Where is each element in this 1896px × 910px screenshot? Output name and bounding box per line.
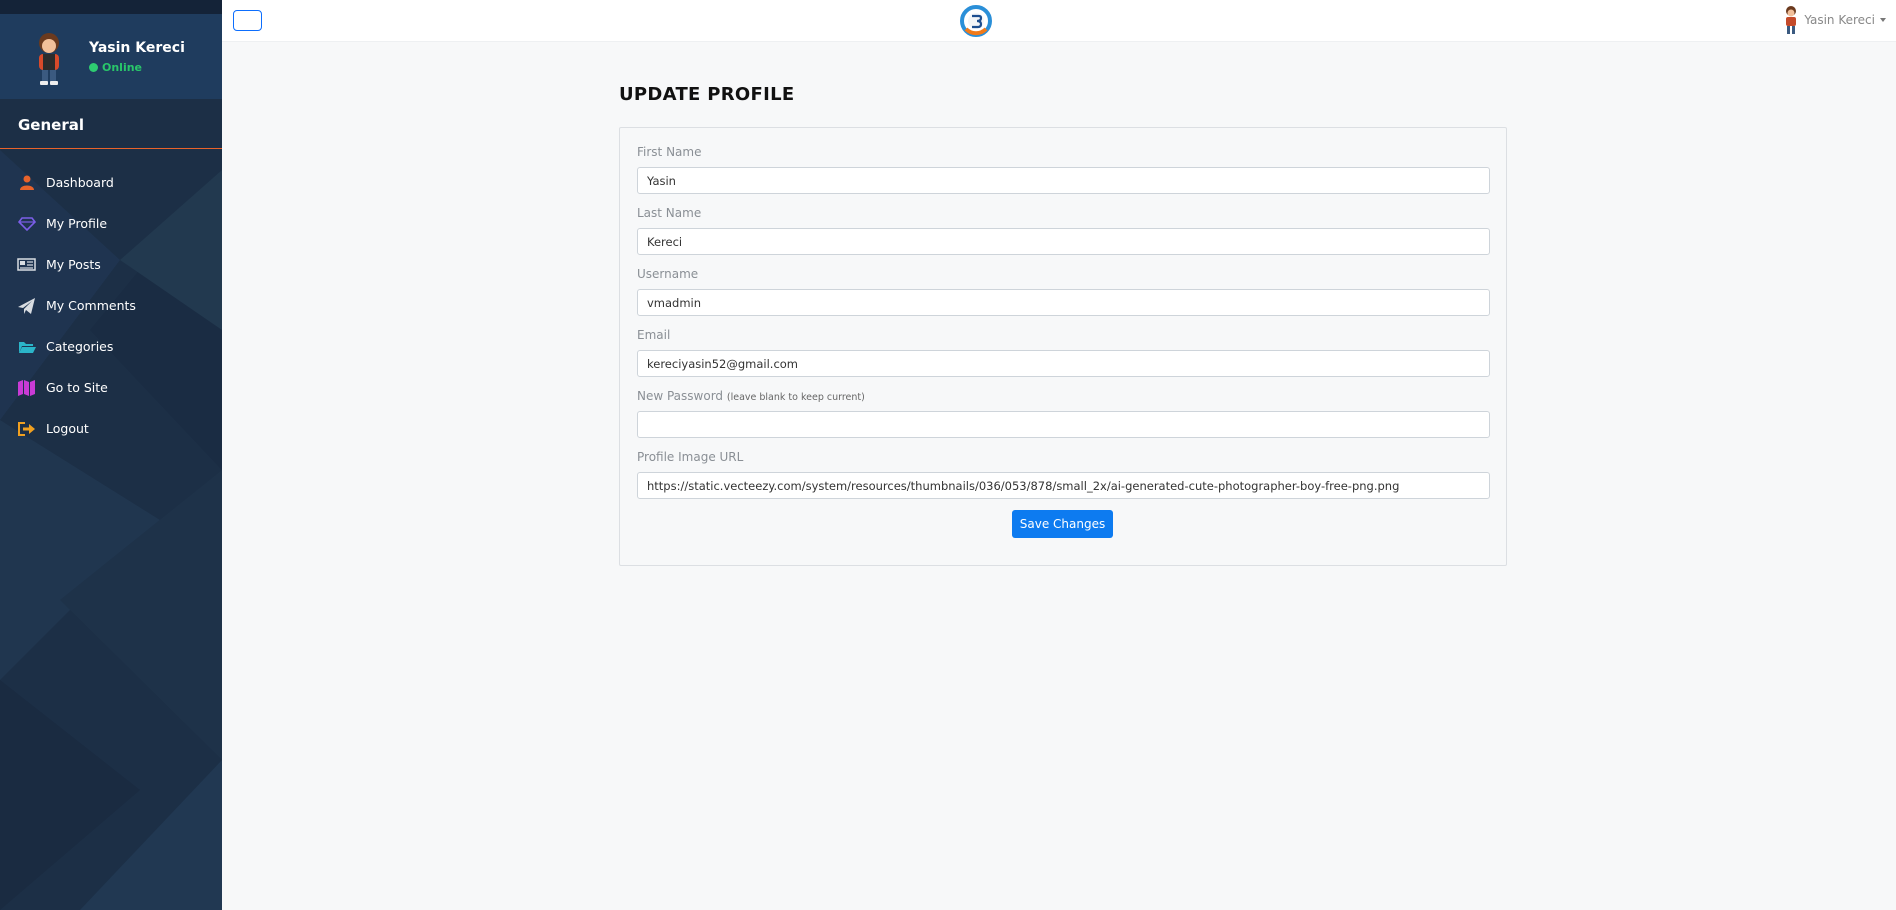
email-label: Email [637,328,671,342]
sidebar-item-go-to-site[interactable]: Go to Site [0,367,222,408]
first-name-label: First Name [637,145,702,159]
sidebar-item-label: My Posts [46,257,101,272]
profile-image-url-field[interactable] [637,472,1490,499]
sidebar-background-pattern [0,150,222,910]
page-title: UPDATE PROFILE [619,84,795,105]
profile-image-url-label: Profile Image URL [637,450,744,464]
email-field[interactable] [637,350,1490,377]
caret-down-icon [1880,18,1886,22]
sidebar-topbar [0,0,222,14]
diamond-icon [17,215,36,232]
sidebar-item-categories[interactable]: Categories [0,326,222,367]
last-name-label: Last Name [637,206,702,220]
sidebar-item-my-profile[interactable]: My Profile [0,203,222,244]
site-logo-icon[interactable] [960,4,992,38]
user-dropdown[interactable]: Yasin Kereci [1783,5,1886,35]
sidebar-item-dashboard[interactable]: Dashboard [0,162,222,203]
sign-out-icon [17,420,36,437]
new-password-field[interactable] [637,411,1490,438]
avatar [39,33,59,85]
status-text: Online [102,61,143,74]
sidebar-toggle-button[interactable] [233,10,262,31]
last-name-field[interactable] [637,228,1490,255]
online-dot-icon [89,63,98,72]
status-badge: Online [89,61,142,74]
sidebar-item-label: Go to Site [46,380,108,395]
sidebar-item-my-posts[interactable]: My Posts [0,244,222,285]
sidebar-item-label: Categories [46,339,114,354]
sidebar-item-label: Dashboard [46,175,114,190]
first-name-field[interactable] [637,167,1490,194]
sidebar: Yasin Kereci Online General Dashboard My… [0,0,222,910]
new-password-label: New Password (leave blank to keep curren… [637,389,865,403]
top-navbar: Yasin Kereci [222,0,1896,42]
avatar [1786,6,1797,34]
sidebar-item-label: Logout [46,421,89,436]
section-divider [0,148,222,149]
sidebar-item-label: My Comments [46,298,136,313]
username-field[interactable] [637,289,1490,316]
paper-plane-icon [17,297,36,314]
username-label: Username [637,267,699,281]
profile-name: Yasin Kereci [89,40,185,56]
sidebar-menu: Dashboard My Profile My Posts My Comment… [0,162,222,449]
folder-open-icon [17,338,36,355]
sidebar-item-label: My Profile [46,216,108,231]
sidebar-profile: Yasin Kereci Online [0,14,222,99]
map-icon [17,379,36,396]
new-password-label-text: New Password [637,389,724,403]
password-hint: (leave blank to keep current) [726,392,865,403]
sidebar-item-logout[interactable]: Logout [0,408,222,449]
update-profile-form: First Name Last Name Username Email New … [619,127,1507,566]
user-icon [17,174,36,191]
sidebar-section-title: General [18,116,84,134]
newspaper-icon [17,256,36,273]
save-changes-button[interactable]: Save Changes [1012,510,1113,538]
user-name: Yasin Kereci [1804,13,1875,27]
sidebar-item-my-comments[interactable]: My Comments [0,285,222,326]
